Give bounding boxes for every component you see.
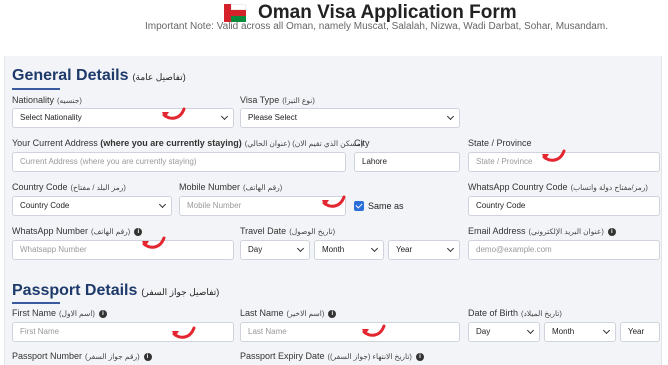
oman-flag-icon	[224, 4, 246, 22]
travel-date-label: Travel Date (تاريخ الوصول)	[240, 226, 336, 236]
info-icon: i	[143, 352, 152, 361]
passport-details-heading: Passport Details (تفاصيل جواز السفر)	[12, 282, 220, 299]
general-details-heading: General Details (تفاصيل عامة)	[12, 67, 186, 84]
info-icon: i	[98, 309, 107, 318]
email-label: Email Address (عنوان البريد الإلكتروني) i	[468, 226, 616, 236]
section-divider	[12, 302, 60, 304]
page-header: Oman Visa Application Form Important Not…	[0, 0, 668, 56]
important-note: Important Note: Valid across all Oman, n…	[145, 21, 608, 32]
passport-number-label: Passport Number (رقم جواز السفر) i	[12, 351, 152, 361]
whatsapp-country-code-select[interactable]: Country Code	[468, 196, 660, 216]
same-as-checkbox[interactable]	[354, 201, 364, 211]
travel-year-select[interactable]: Year	[388, 240, 460, 260]
address-input[interactable]: Current Address (where you are currently…	[12, 152, 346, 172]
country-code-label: Country Code (رمز البلد / مفتاح)	[12, 182, 126, 192]
dob-day-select[interactable]: Day	[468, 322, 540, 342]
visa-type-label: Visa Type (نوع التيزا)	[240, 95, 315, 105]
travel-day-select[interactable]: Day	[240, 240, 310, 260]
section-divider	[12, 88, 60, 90]
email-input[interactable]: demo@example.com	[468, 240, 660, 260]
info-icon: i	[415, 352, 424, 361]
nationality-select[interactable]: Select Nationality	[12, 108, 234, 128]
dob-year-select[interactable]: Year	[620, 322, 660, 342]
whatsapp-input[interactable]: Whatsapp Number	[12, 240, 234, 260]
first-name-input[interactable]: First Name	[12, 322, 234, 342]
visa-type-select[interactable]: Please Select	[240, 108, 460, 128]
state-label: State / Province	[468, 138, 532, 148]
red-arrow-icon	[162, 107, 186, 120]
country-code-select[interactable]: Country Code	[12, 196, 172, 216]
first-name-label: First Name (اسم الاول) i	[12, 308, 107, 318]
dob-month-select[interactable]: Month	[544, 322, 616, 342]
last-name-input[interactable]: Last Name	[240, 322, 460, 342]
info-icon: i	[328, 309, 337, 318]
mobile-label: Mobile Number (رقم الهاتف)	[179, 182, 283, 192]
red-arrow-icon	[172, 326, 196, 339]
city-input[interactable]: Lahore	[354, 152, 460, 172]
last-name-label: Last Name (اسم الاخير) i	[240, 308, 337, 318]
dob-label: Date of Birth (تاريخ الميلاد)	[468, 308, 562, 318]
red-arrow-icon	[322, 195, 346, 208]
red-arrow-icon	[362, 324, 386, 337]
whatsapp-country-code-label: WhatsApp Country Code (رمز/مفتاح دولة وات…	[468, 182, 648, 192]
city-label: City	[354, 138, 370, 148]
same-as-label: Same as	[368, 201, 404, 211]
red-arrow-icon	[542, 149, 566, 162]
travel-month-select[interactable]: Month	[314, 240, 384, 260]
red-arrow-icon	[142, 236, 166, 249]
passport-expiry-label: Passport Expiry Date (تاريخ الانتهاء (جوا…	[240, 351, 424, 361]
nationality-label: Nationality (جنسيه)	[12, 95, 82, 105]
whatsapp-label: WhatsApp Number (رقم الهاتف) i	[12, 226, 143, 236]
address-label: Your Current Address (where you are curr…	[12, 138, 364, 148]
info-icon: i	[607, 227, 616, 236]
